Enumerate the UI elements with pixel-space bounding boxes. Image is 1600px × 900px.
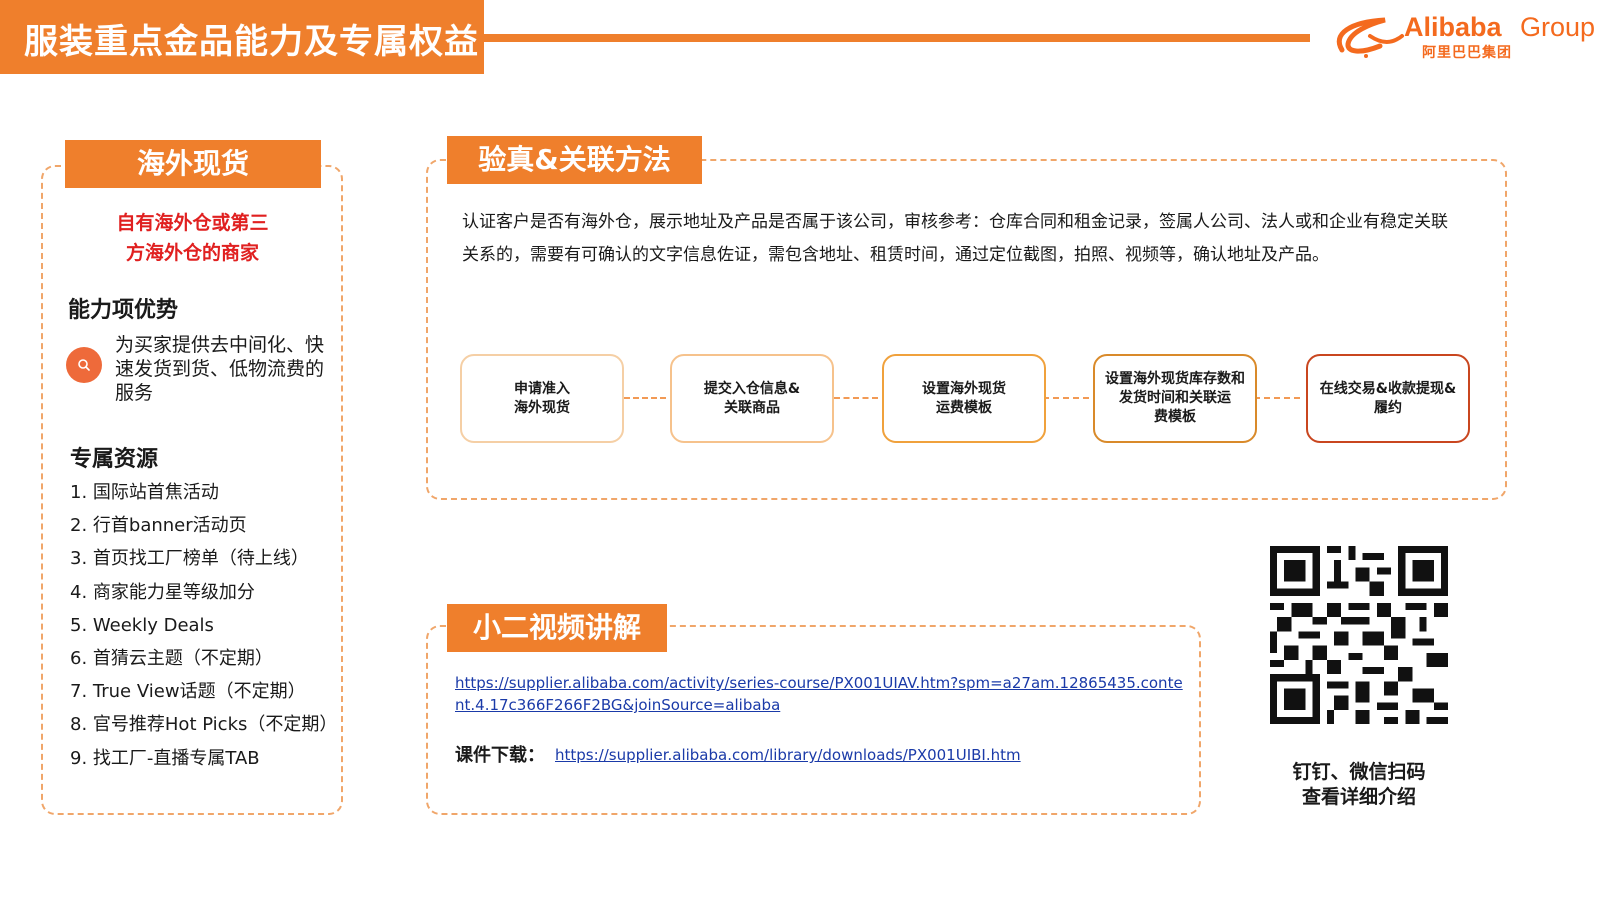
flow-step-trade-fulfill: 在线交易&收款提现& 履约 [1306, 354, 1470, 443]
qr-caption-line1: 钉钉、微信扫码 [1292, 761, 1426, 783]
step-line: 提交入仓信息& [703, 380, 801, 397]
verification-tag: 验真&关联方法 [447, 136, 702, 184]
merchant-requirement: 自有海外仓或第三 方海外仓的商家 [60, 208, 325, 268]
step-line: 设置海外现货 [922, 380, 1006, 397]
logo-wordmark: Alibaba [1404, 12, 1502, 42]
flow-step-apply: 申请准入 海外现货 [460, 354, 624, 443]
list-item: 3. 首页找工厂榜单（待上线） [70, 548, 309, 570]
merchant-requirement-line2: 方海外仓的商家 [125, 242, 259, 264]
download-link[interactable]: https://supplier.alibaba.com/library/dow… [555, 744, 1021, 766]
list-item: 4. 商家能力星等级加分 [70, 581, 255, 603]
download-label: 课件下载： [455, 745, 545, 766]
list-item: 9. 找工厂-直播专属TAB [70, 747, 260, 769]
flow-step-freight-template: 设置海外现货 运费模板 [882, 354, 1046, 443]
qr-caption: 钉钉、微信扫码 查看详细介绍 [1263, 760, 1455, 810]
flow-connector [624, 397, 666, 399]
video-panel [426, 625, 1201, 815]
list-item: 2. 行首banner活动页 [70, 515, 247, 537]
flow-connector [834, 397, 878, 399]
logo-chinese-text: 阿里巴巴集团 [1422, 45, 1512, 61]
step-line: 在线交易&收款提现& [1319, 380, 1457, 397]
merchant-requirement-line1: 自有海外仓或第三 [116, 212, 269, 234]
qr-code-icon[interactable] [1270, 546, 1448, 724]
step-line: 费模板 [1154, 409, 1196, 425]
step-line: 关联商品 [724, 399, 780, 416]
page-title: 服装重点金品能力及专属权益 [24, 22, 479, 62]
ability-description: 为买家提供去中间化、快速发货到货、低物流费的服务 [115, 334, 325, 404]
resources-list: 1. 国际站首焦活动 2. 行首banner活动页 3. 首页找工厂榜单（待上线… [70, 476, 337, 775]
qr-caption-line2: 查看详细介绍 [1301, 786, 1416, 808]
verification-description: 认证客户是否有海外仓，展示地址及产品是否属于该公司，审核参考：仓库合同和租金记录… [462, 212, 1448, 265]
resources-heading: 专属资源 [70, 447, 159, 472]
step-line: 申请准入 [514, 380, 570, 397]
flow-connector [1254, 397, 1300, 399]
step-line: 履约 [1373, 399, 1402, 416]
list-item: 6. 首猜云主题（不定期） [70, 647, 273, 669]
list-item: 1. 国际站首焦活动 [70, 482, 219, 503]
list-item: 5. Weekly Deals [70, 614, 214, 636]
step-line: 设置海外现货库存数和发货时间和关联运 [1105, 371, 1245, 406]
list-item: 8. 官号推荐Hot Picks（不定期） [70, 714, 338, 736]
flow-step-submit-warehouse: 提交入仓信息& 关联商品 [670, 354, 834, 443]
flow-connector [1043, 397, 1089, 399]
title-rule [484, 34, 1310, 42]
step-line: 运费模板 [936, 399, 992, 416]
ability-heading: 能力项优势 [68, 298, 179, 323]
logo-group-text: Group [1520, 12, 1596, 42]
flow-step-inventory: 设置海外现货库存数和发货时间和关联运费模板 [1093, 354, 1257, 443]
overseas-stock-tag: 海外现货 [65, 140, 321, 188]
video-course-link[interactable]: https://supplier.alibaba.com/activity/se… [455, 672, 1185, 716]
search-icon [66, 347, 102, 383]
video-tag: 小二视频讲解 [447, 604, 667, 652]
step-line: 海外现货 [514, 399, 570, 416]
list-item: 7. True View话题（不定期） [70, 681, 306, 703]
